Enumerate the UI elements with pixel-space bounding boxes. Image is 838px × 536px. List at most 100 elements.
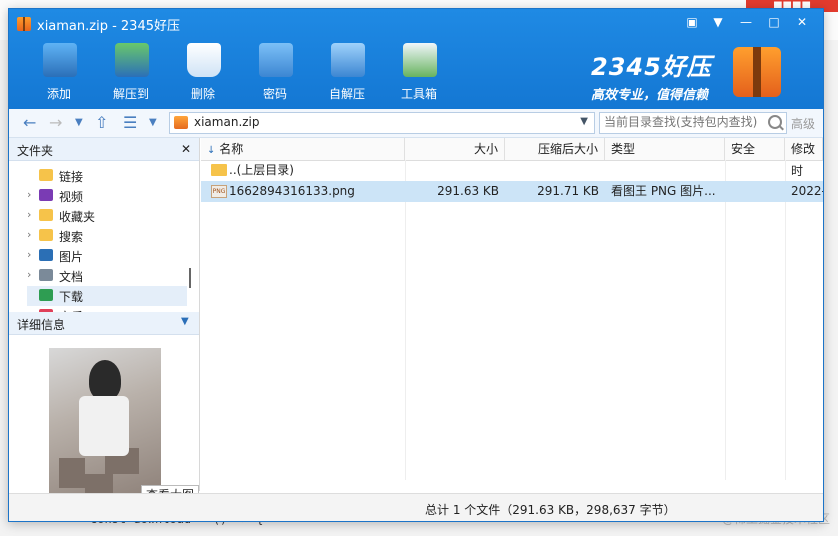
brand-name: 2345好压 bbox=[591, 53, 712, 81]
feedback-icon[interactable]: ▣ bbox=[681, 13, 703, 31]
app-icon bbox=[17, 17, 31, 31]
password-button[interactable]: 密码 bbox=[239, 41, 311, 105]
tree-item[interactable]: › 图片 bbox=[27, 246, 187, 266]
folders-title: 文件夹 bbox=[17, 144, 54, 158]
folder-icon bbox=[39, 209, 53, 221]
brand-logo-icon bbox=[733, 47, 781, 97]
column-divider bbox=[785, 160, 786, 480]
address-path: xiaman.zip bbox=[194, 115, 260, 129]
table-row[interactable]: PNG 1662894316133.png 291.63 KB 291.71 K… bbox=[201, 181, 823, 202]
close-icon[interactable]: ✕ bbox=[791, 13, 813, 31]
column-header: ↓ 名称 大小 压缩后大小 类型 安全 修改时 bbox=[201, 138, 823, 178]
search-input[interactable] bbox=[600, 113, 768, 131]
table-row[interactable]: ..(上层目录) bbox=[201, 160, 823, 181]
search-icon[interactable] bbox=[768, 115, 782, 129]
status-bar: 总计 1 个文件（291.63 KB，298,637 字节） bbox=[9, 493, 823, 521]
brand: 2345好压 高效专业，值得信赖 bbox=[591, 47, 712, 103]
tree-item[interactable]: 链接 bbox=[27, 166, 187, 186]
status-text: 总计 1 个文件（291.63 KB，298,637 字节） bbox=[425, 503, 676, 517]
view-dropdown-icon[interactable]: ▼ bbox=[149, 113, 157, 133]
address-dropdown-icon[interactable]: ▼ bbox=[580, 116, 588, 127]
tree-item-label: 图片 bbox=[59, 250, 84, 264]
toolbox-button[interactable]: 工具箱 bbox=[383, 41, 455, 105]
row-name: 1662894316133.png bbox=[229, 184, 355, 198]
back-icon[interactable]: ← bbox=[23, 113, 36, 133]
tree-item[interactable]: › 收藏夹 bbox=[27, 206, 187, 226]
add-icon bbox=[43, 43, 77, 77]
delete-button[interactable]: 删除 bbox=[167, 41, 239, 105]
tree-item-label: 搜索 bbox=[59, 230, 84, 244]
history-dropdown-icon[interactable]: ▼ bbox=[75, 113, 83, 133]
tree-item[interactable]: › 文档 bbox=[27, 266, 187, 286]
chevron-right-icon[interactable]: › bbox=[27, 248, 37, 261]
toolbox-label: 工具箱 bbox=[400, 87, 437, 101]
row-packed: 291.71 KB bbox=[537, 184, 599, 198]
col-type[interactable]: 类型 bbox=[605, 138, 725, 160]
tree-scrollbar[interactable] bbox=[189, 268, 191, 288]
toolbox-icon bbox=[403, 43, 437, 77]
brand-slogan: 高效专业，值得信赖 bbox=[591, 88, 709, 103]
address-row: ← → ▼ ⇧ ☰ ▼ xiaman.zip ▼ 高级 bbox=[9, 109, 823, 138]
collapse-icon[interactable]: ▼ bbox=[181, 316, 189, 327]
menu-icon[interactable]: ▼ bbox=[707, 13, 729, 31]
zip-icon bbox=[174, 116, 188, 129]
row-name: ..(上层目录) bbox=[229, 163, 294, 177]
forward-icon[interactable]: → bbox=[49, 113, 62, 133]
row-safe bbox=[725, 181, 785, 202]
folder-icon bbox=[39, 269, 53, 281]
blur-patch bbox=[105, 448, 139, 474]
extract-label: 解压到 bbox=[112, 87, 149, 101]
details-header: 详细信息 ▼ bbox=[9, 312, 199, 335]
chevron-right-icon[interactable]: › bbox=[27, 208, 37, 221]
chevron-right-icon[interactable]: › bbox=[27, 228, 37, 241]
minimize-icon[interactable]: — bbox=[735, 13, 757, 31]
address-bar[interactable]: xiaman.zip ▼ bbox=[169, 112, 595, 134]
lock-icon bbox=[259, 43, 293, 77]
details-title: 详细信息 bbox=[17, 318, 66, 332]
tree-item-label: 收藏夹 bbox=[59, 210, 96, 224]
tree-item[interactable]: 下载 bbox=[27, 286, 187, 306]
col-size[interactable]: 大小 bbox=[405, 138, 505, 160]
chevron-right-icon[interactable]: › bbox=[27, 268, 37, 281]
col-packed[interactable]: 压缩后大小 bbox=[505, 138, 605, 160]
self-extract-button[interactable]: 自解压 bbox=[311, 41, 383, 105]
col-modified[interactable]: 修改时 bbox=[785, 138, 823, 178]
row-type: 看图王 PNG 图片... bbox=[611, 184, 716, 198]
folder-icon bbox=[39, 189, 53, 201]
add-button[interactable]: 添加 bbox=[23, 41, 95, 105]
left-panel: 文件夹 ✕ 链接›视频›收藏夹›搜索›图片›文档下载音乐 详细信息 ▼ bbox=[9, 138, 200, 502]
col-name[interactable]: ↓ 名称 bbox=[201, 138, 405, 160]
add-label: 添加 bbox=[46, 87, 71, 101]
search-box bbox=[599, 112, 787, 134]
close-panel-icon[interactable]: ✕ bbox=[181, 142, 191, 156]
trash-icon bbox=[187, 43, 221, 77]
tree-item-label: 文档 bbox=[59, 270, 84, 284]
tree-item[interactable]: › 视频 bbox=[27, 186, 187, 206]
col-safe[interactable]: 安全 bbox=[725, 138, 785, 160]
header: xiaman.zip - 2345好压 ▣ ▼ — □ ✕ 添加 解压到 删除 … bbox=[9, 9, 823, 109]
view-mode-icon[interactable]: ☰ bbox=[123, 113, 137, 133]
up-folder-icon[interactable]: ⇧ bbox=[95, 113, 108, 133]
file-list: ↓ 名称 大小 压缩后大小 类型 安全 修改时 ..(上层目录) PNG 166… bbox=[201, 138, 823, 496]
column-divider bbox=[725, 160, 726, 480]
title-bar: xiaman.zip - 2345好压 ▣ ▼ — □ ✕ bbox=[9, 9, 823, 37]
tree-item-label: 下载 bbox=[59, 290, 84, 304]
chevron-right-icon[interactable]: › bbox=[27, 188, 37, 201]
column-divider bbox=[405, 160, 406, 480]
extract-button[interactable]: 解压到 bbox=[95, 41, 167, 105]
folders-header: 文件夹 ✕ bbox=[9, 138, 199, 161]
tree-item-label: 视频 bbox=[59, 190, 84, 204]
row-size: 291.63 KB bbox=[437, 184, 499, 198]
maximize-icon[interactable]: □ bbox=[763, 13, 785, 31]
blur-patch bbox=[59, 458, 85, 488]
folder-icon bbox=[39, 169, 53, 181]
folder-icon bbox=[39, 289, 53, 301]
self-extract-icon bbox=[331, 43, 365, 77]
tree-item[interactable]: › 搜索 bbox=[27, 226, 187, 246]
folder-icon bbox=[39, 229, 53, 241]
tree-item-label: 链接 bbox=[59, 170, 84, 184]
window-title: xiaman.zip - 2345好压 bbox=[37, 19, 181, 34]
extract-icon bbox=[115, 43, 149, 77]
advanced-search-button[interactable]: 高级 bbox=[791, 115, 815, 132]
app-window: xiaman.zip - 2345好压 ▣ ▼ — □ ✕ 添加 解压到 删除 … bbox=[8, 8, 824, 522]
